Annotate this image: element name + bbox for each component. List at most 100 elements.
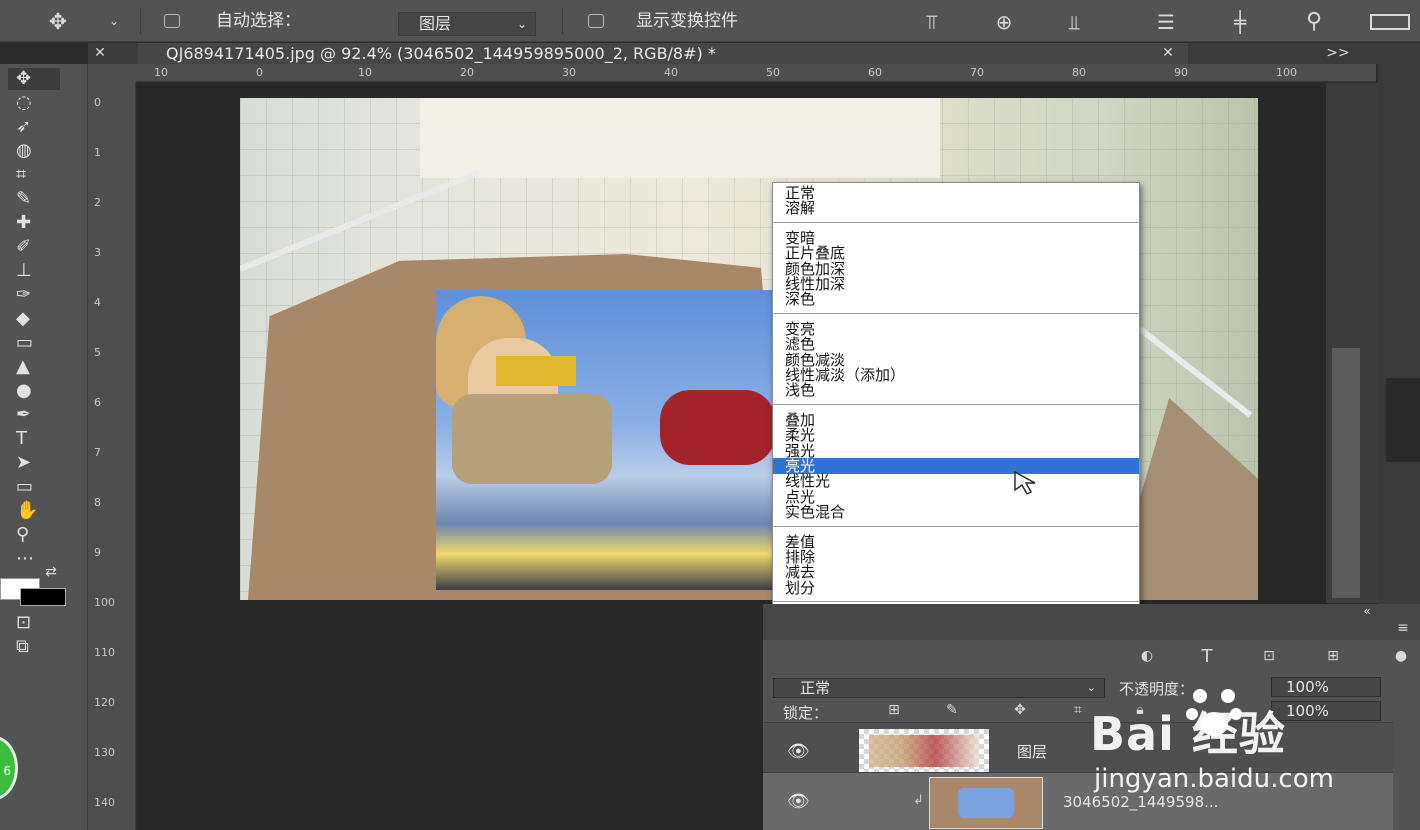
girl-dress — [452, 394, 612, 484]
document-tab-bar: ✕ QJ6894171405.jpg @ 92.4% (3046502_1449… — [88, 43, 1378, 64]
blend-mode-option[interactable]: 正常 — [773, 185, 1139, 201]
ruler-tick-label: 120 — [94, 696, 115, 709]
blend-mode-select[interactable]: 正常 ⌄ — [773, 678, 1105, 698]
align-bottom-icon[interactable]: ⫫ — [1054, 10, 1094, 34]
ceiling — [420, 98, 940, 178]
blend-mode-option[interactable]: 线性减淡（添加） — [773, 367, 1139, 383]
baidu-jingyan-watermark: Bai 经验 jingyan.baidu.com — [1090, 682, 1390, 802]
show-transform-label: 显示变换控件 — [636, 11, 738, 31]
blend-mode-option[interactable]: 溶解 — [773, 200, 1139, 216]
blend-mode-option[interactable]: 划分 — [773, 580, 1139, 596]
eye-icon[interactable]: 👁︎ — [787, 791, 810, 812]
horizontal-ruler: 10 0 10 20 30 40 50 60 70 80 90 100 — [136, 64, 1376, 82]
type-tool[interactable]: T — [8, 428, 60, 450]
ruler-tick-label: 10 — [358, 66, 372, 79]
ruler-tick-label: 1 — [94, 146, 101, 159]
vertical-scrollbar[interactable] — [1326, 83, 1378, 603]
rectangle-tool[interactable]: ▭ — [8, 476, 60, 498]
blend-mode-option[interactable]: 差值 — [773, 534, 1139, 550]
ruler-tick-label: 80 — [1072, 66, 1086, 79]
blend-mode-option[interactable]: 减去 — [773, 564, 1139, 580]
scrollbar-thumb[interactable] — [1332, 348, 1360, 598]
blend-mode-option[interactable]: 排除 — [773, 549, 1139, 565]
align-horizontal-center-icon[interactable]: ╪ — [1220, 10, 1260, 34]
tab-overflow-button[interactable]: >> — [1320, 43, 1356, 64]
divider — [562, 8, 563, 34]
lock-transparent-icon[interactable]: ⊞ — [883, 702, 905, 718]
filter-transform-icon[interactable]: ⊡ — [1257, 648, 1281, 664]
menu-separator — [773, 601, 1139, 603]
layer-thumbnail — [929, 777, 1043, 829]
align-left-icon[interactable]: ☰ — [1146, 10, 1186, 34]
blend-mode-option[interactable]: 变亮 — [773, 321, 1139, 337]
filter-type-icon[interactable]: T — [1195, 646, 1219, 667]
ruler-tick-label: 0 — [256, 66, 263, 79]
swap-colors-icon[interactable]: ⇄ — [40, 564, 62, 580]
auto-select-checkbox[interactable] — [164, 14, 180, 28]
auto-select-target-select[interactable]: 图层 ⌄ — [398, 12, 536, 36]
brush-tool[interactable]: ✐ — [8, 236, 60, 258]
ruler-tick-label: 140 — [94, 796, 115, 809]
zoom-tool[interactable]: ⚲ — [8, 524, 60, 546]
panel-menu-icon[interactable]: ≡ — [1391, 620, 1415, 636]
align-top-icon[interactable]: ⫪ — [912, 10, 952, 34]
divider — [140, 8, 141, 34]
close-icon[interactable]: ✕ — [1158, 43, 1178, 64]
filter-toggle-icon[interactable]: ● — [1389, 648, 1413, 664]
path-selection-tool[interactable]: ➤ — [8, 452, 60, 474]
blur-tool[interactable]: ▲ — [8, 356, 60, 378]
quick-selection-tool[interactable]: ◍ — [8, 140, 60, 162]
align-vertical-center-icon[interactable]: ⊕ — [984, 10, 1024, 34]
collapse-panel-button[interactable] — [1386, 378, 1420, 462]
eyedropper-tool[interactable]: ✎ — [8, 188, 60, 210]
tool-preset-dropdown-icon[interactable]: ⌄ — [104, 14, 124, 28]
move-tool-icon[interactable]: ✥ — [36, 10, 80, 35]
lasso-tool[interactable]: ➶ — [8, 116, 60, 138]
crop-tool[interactable]: ⌗ — [8, 164, 60, 186]
blend-mode-option[interactable]: 线性加深 — [773, 276, 1139, 292]
ruler-tick-label: 90 — [1174, 66, 1188, 79]
ruler-tick-label: 10 — [154, 66, 168, 79]
collapse-arrows-icon[interactable]: « — [1357, 604, 1377, 618]
search-icon[interactable]: ⚲ — [1294, 9, 1334, 34]
ruler-tick-label: 3 — [94, 246, 101, 259]
blend-mode-option[interactable]: 强光 — [773, 443, 1139, 459]
blend-mode-menu[interactable]: 正常 溶解 变暗 正片叠底 颜色加深 线性加深 深色 变亮 滤色 颜色减淡 线性减淡（添加） 浅色 叠加… — [772, 182, 1140, 676]
blend-mode-option[interactable]: 叠加 — [773, 412, 1139, 428]
show-transform-checkbox[interactable] — [588, 14, 604, 28]
quick-mask-icon[interactable]: ⊡ — [8, 612, 60, 634]
chevron-down-icon: ⌄ — [516, 17, 527, 31]
hand-tool[interactable]: ✋ — [8, 500, 60, 522]
blend-mode-option[interactable]: 线性光 — [773, 473, 1139, 489]
workspace-icon[interactable] — [1370, 14, 1410, 30]
ruler-tick-label: 50 — [766, 66, 780, 79]
ruler-tick-label: 70 — [970, 66, 984, 79]
ruler-tick-label: 4 — [94, 296, 101, 309]
gradient-tool[interactable]: ▭ — [8, 332, 60, 354]
lock-position-icon[interactable]: ✥ — [1009, 702, 1031, 718]
background-color-swatch[interactable] — [20, 588, 66, 606]
pen-tool[interactable]: ✒ — [8, 404, 60, 426]
blend-mode-option[interactable]: 滤色 — [773, 336, 1139, 352]
dodge-tool[interactable]: ● — [8, 380, 60, 402]
blend-mode-option[interactable]: 浅色 — [773, 382, 1139, 398]
close-panel-icon[interactable]: ✕ — [90, 43, 110, 64]
blend-mode-option[interactable]: 正片叠底 — [773, 245, 1139, 261]
lock-image-icon[interactable]: ✎ — [941, 702, 963, 718]
blend-mode-option[interactable]: 柔光 — [773, 427, 1139, 443]
document-tab[interactable]: QJ6894171405.jpg @ 92.4% (3046502_144959… — [138, 43, 1188, 64]
marquee-tool[interactable]: ◌ — [8, 92, 60, 114]
healing-brush-tool[interactable]: ✚ — [8, 212, 60, 234]
blend-mode-option[interactable]: 深色 — [773, 291, 1139, 307]
eye-icon[interactable]: 👁︎ — [787, 741, 810, 762]
blend-mode-option[interactable]: 实色混合 — [773, 504, 1139, 520]
eraser-tool[interactable]: ◆ — [8, 308, 60, 330]
history-brush-tool[interactable]: ✑ — [8, 284, 60, 306]
ruler-tick-label: 7 — [94, 446, 101, 459]
filter-shape-icon[interactable]: ◐ — [1135, 648, 1159, 664]
move-tool[interactable]: ✥ — [8, 68, 60, 90]
clone-stamp-tool[interactable]: ⊥ — [8, 260, 60, 282]
screen-mode-icon[interactable]: ⧉ — [8, 636, 60, 658]
lock-artboard-icon[interactable]: ⌗ — [1067, 702, 1089, 718]
filter-smart-object-icon[interactable]: ⊞ — [1321, 648, 1345, 664]
